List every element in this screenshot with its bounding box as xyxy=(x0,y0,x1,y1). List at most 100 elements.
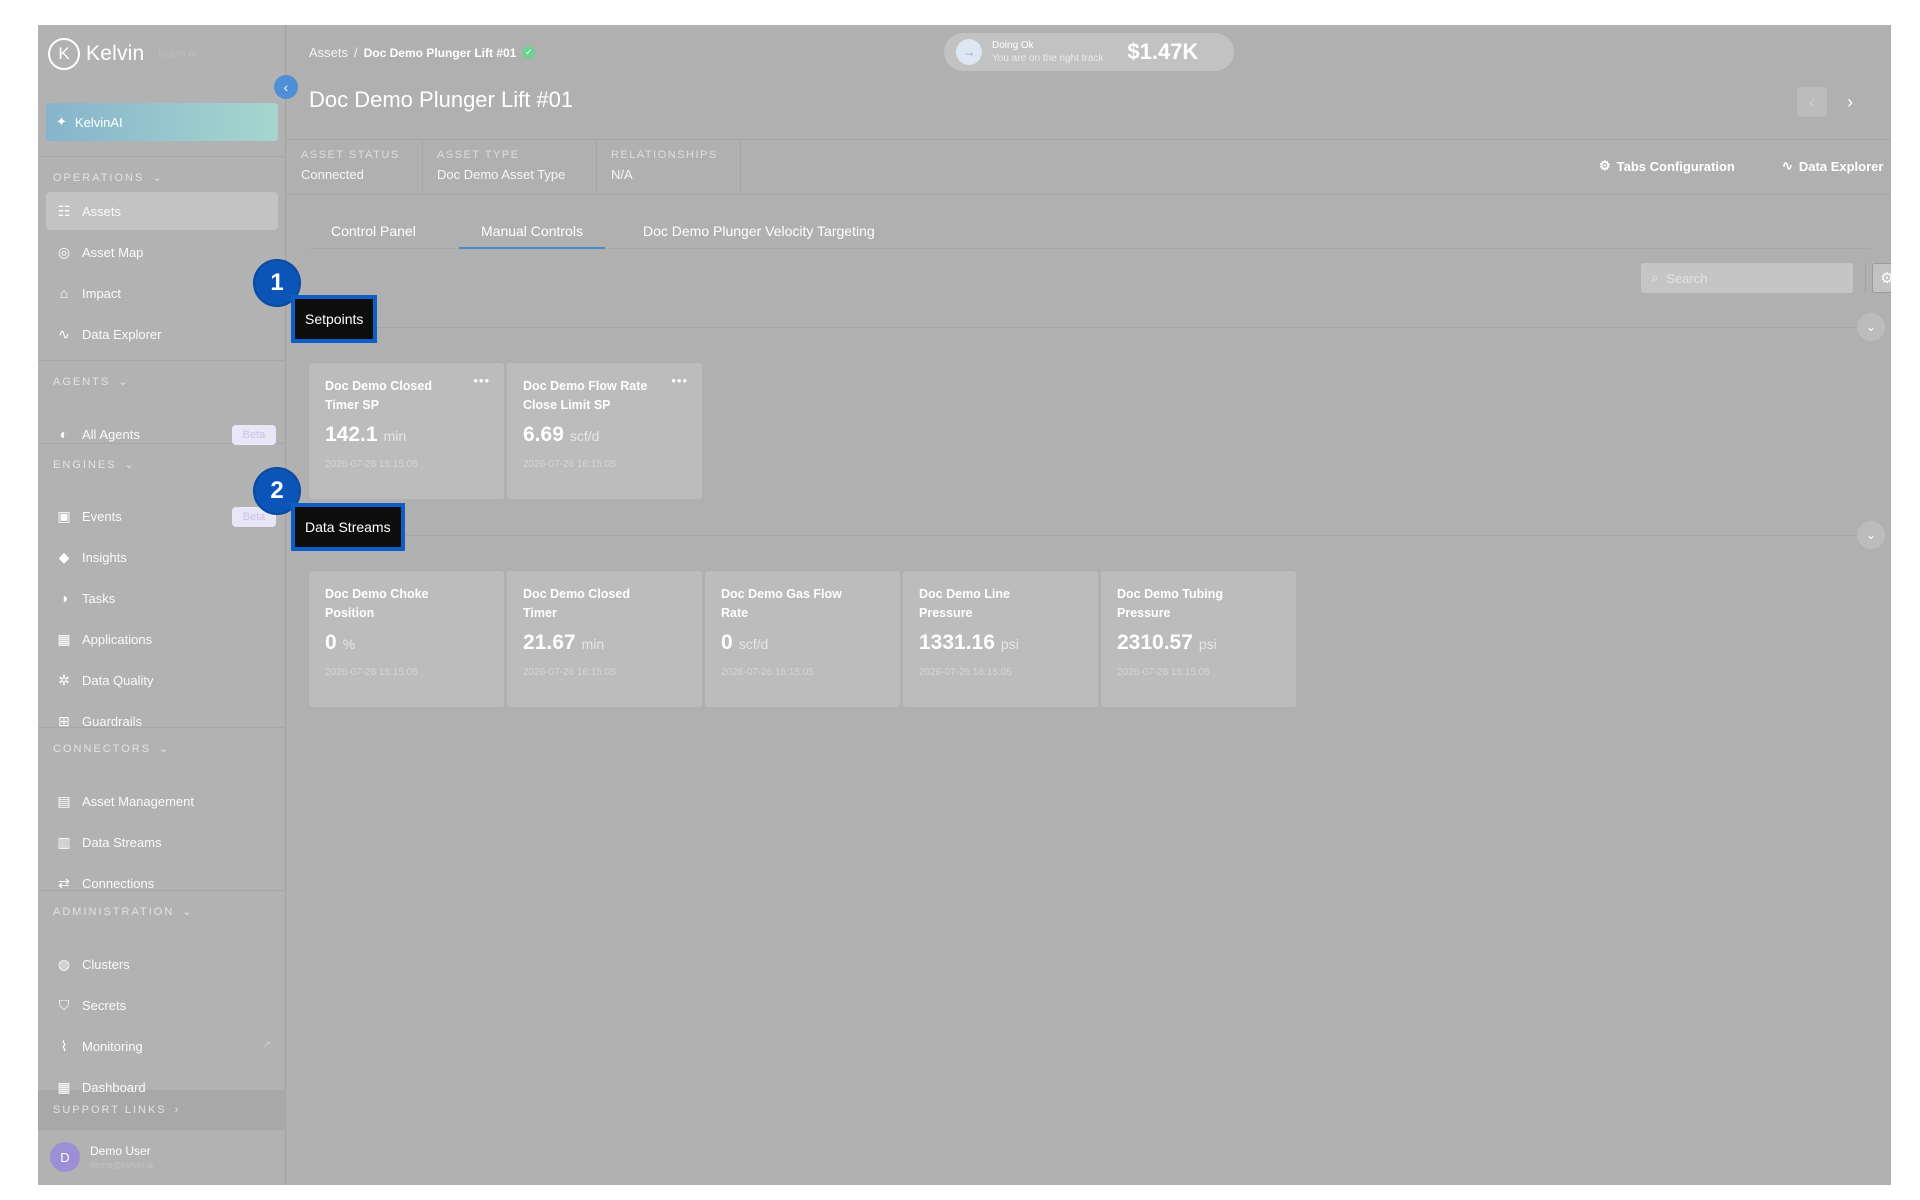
metric-unit: psi xyxy=(1198,636,1217,652)
sidebar-item-dashboard[interactable]: ▦ Dashboard xyxy=(46,1068,278,1106)
sidebar-item-monitoring[interactable]: ⌇ Monitoring ↗ xyxy=(46,1027,278,1065)
metric-timestamp: 2026-07-26 16:15:05 xyxy=(325,667,418,678)
chevron-down-icon: ⌄ xyxy=(159,743,171,755)
metric-name: Doc Demo Gas Flow Rate xyxy=(721,587,842,620)
sidebar-item-applications[interactable]: ▦ Applications xyxy=(46,620,278,658)
sparkle-icon: ✦ xyxy=(56,114,67,129)
section-title: Data Streams xyxy=(295,507,401,547)
sidebar-section-engines[interactable]: ENGINES ⌄ xyxy=(53,458,136,472)
sidebar-item-secrets[interactable]: ⛉ Secrets xyxy=(46,986,278,1024)
metric-card[interactable]: Doc Demo Flow Rate Close Limit SP ••• 6.69… xyxy=(507,363,702,499)
previous-asset-button[interactable]: ‹ xyxy=(1797,87,1827,117)
metric-card[interactable]: Doc Demo Choke Position 0% 2026-07-26 16:1… xyxy=(309,571,504,707)
metric-name: Doc Demo Line Pressure xyxy=(919,587,1010,620)
next-asset-button[interactable]: › xyxy=(1835,87,1865,117)
more-options-icon[interactable]: ••• xyxy=(671,373,688,388)
sidebar-item-assets[interactable]: ☷ Assets xyxy=(46,192,278,230)
agent-icon: ◐ xyxy=(59,426,69,442)
check-circle-icon: ✓ xyxy=(522,46,536,59)
metric-unit: scf/d xyxy=(738,636,769,652)
sidebar-item-label: Guardrails xyxy=(82,713,142,729)
section-header-setpoints[interactable]: Setpoints xyxy=(291,295,378,343)
metric-card[interactable]: Doc Demo Line Pressure 1331.16 psi 2026-07-… xyxy=(903,571,1098,707)
metric-value-row: 142.1 min xyxy=(325,423,488,447)
tab-plunger-velocity-targeting[interactable]: Doc Demo Plunger Velocity Targeting xyxy=(621,223,897,247)
metric-timestamp: 2026-07-26 16:15:05 xyxy=(721,667,814,678)
sidebar-item-insights[interactable]: ◆ Insights xyxy=(46,538,278,576)
section-divider xyxy=(309,535,1869,536)
metric-name: Doc Demo Tubing Pressure xyxy=(1117,587,1224,620)
sidebar-section-title: ADMINISTRATION xyxy=(53,905,175,918)
tab-manual-controls[interactable]: Manual Controls xyxy=(459,223,605,249)
monitoring-icon: ⌇ xyxy=(60,1037,68,1054)
chevron-down-icon: ⌄ xyxy=(118,376,130,388)
search-input[interactable]: ⌕ Search xyxy=(1641,263,1853,293)
sidebar-section-operations[interactable]: OPERATIONS ⌄ xyxy=(53,171,164,185)
metric-card[interactable]: Doc Demo Gas Flow Rate 0 scf/d 2026-07-26 1… xyxy=(705,571,900,707)
tab-bar: Control Panel Manual Controls Doc Demo P… xyxy=(309,215,1869,249)
sidebar-item-label: Monitoring xyxy=(82,1038,143,1054)
breadcrumb-separator: / xyxy=(354,45,358,60)
tabs-configuration-button[interactable]: ⚙ Tabs Configuration xyxy=(1599,158,1735,174)
impact-icon: ⌂ xyxy=(59,285,69,301)
sidebar-section-agents[interactable]: AGENTS ⌄ xyxy=(53,375,130,389)
brand-logo[interactable]: K Kelvin Kelvin AI xyxy=(48,37,197,71)
sidebar-item-impact[interactable]: ⌂ Impact xyxy=(46,274,278,312)
asset-mgmt-icon: ▤ xyxy=(57,792,71,809)
metric-card[interactable]: Doc Demo Tubing Pressure 2310.57 psi 2026-0… xyxy=(1101,571,1296,707)
section-divider xyxy=(309,327,1869,328)
sidebar-item-asset-management[interactable]: ▤ Asset Management xyxy=(46,782,278,820)
sidebar-section-administration[interactable]: ADMINISTRATION ⌄ xyxy=(53,905,194,919)
sidebar-item-data-quality[interactable]: ✲ Data Quality xyxy=(46,661,278,699)
asset-status-cell: ASSET STATUS Connected xyxy=(287,140,423,195)
more-options-icon[interactable]: ••• xyxy=(473,373,490,388)
kelvin-ai-button[interactable]: ✦ KelvinAI xyxy=(46,103,278,141)
gear-icon: ✲ xyxy=(58,671,70,688)
metric-card[interactable]: Doc Demo Closed Timer SP ••• 142.1 min 2026-… xyxy=(309,363,504,499)
sidebar-item-events[interactable]: ▣ Events Beta xyxy=(46,497,278,535)
collapse-setpoints-button[interactable]: ⌄ xyxy=(1857,313,1885,341)
breadcrumb-assets[interactable]: Assets xyxy=(309,45,348,60)
sidebar-item-label: All Agents xyxy=(82,426,140,442)
sidebar-item-data-streams[interactable]: ▥ Data Streams xyxy=(46,823,278,861)
user-profile[interactable]: D Demo User demo@kelvin.ai xyxy=(50,1142,154,1172)
sidebar-item-label: Events xyxy=(82,508,122,524)
sidebar-section-title: OPERATIONS xyxy=(53,171,145,184)
asset-navigation: ‹ › xyxy=(1797,87,1865,117)
sidebar-item-label: Asset Management xyxy=(82,793,195,809)
sidebar-item-connections[interactable]: ⇄ Connections xyxy=(46,864,278,902)
collapse-data-streams-button[interactable]: ⌄ xyxy=(1857,521,1885,549)
sidebar-item-clusters[interactable]: ◍ Clusters xyxy=(46,945,278,983)
metric-timestamp: 2026-07-26 16:15:05 xyxy=(523,459,616,470)
gear-icon: ⚙ xyxy=(1880,270,1891,287)
sidebar-item-label: Clusters xyxy=(82,956,130,972)
avatar: D xyxy=(50,1142,80,1172)
collapse-sidebar-button[interactable]: ‹ xyxy=(274,75,298,99)
metric-value-row: 1331.16 psi xyxy=(919,631,1082,655)
sidebar-item-label: Data Quality xyxy=(82,672,154,688)
sidebar-item-tasks[interactable]: ◑ Tasks xyxy=(46,579,278,617)
arrow-right-icon: → xyxy=(956,39,982,65)
view-settings-button[interactable]: ⚙ xyxy=(1872,263,1891,293)
section-header-data-streams[interactable]: Data Streams xyxy=(291,503,405,551)
sidebar-item-all-agents[interactable]: ◐ All Agents Beta xyxy=(46,415,278,453)
metric-card[interactable]: Doc Demo Closed Timer 21.67 min 2026-07-26 … xyxy=(507,571,702,707)
pulse-icon: ∿ xyxy=(1782,158,1793,173)
relationships-label: RELATIONSHIPS xyxy=(611,149,718,161)
sidebar-section-connectors[interactable]: CONNECTORS ⌄ xyxy=(53,742,171,756)
asset-status-label: ASSET STATUS xyxy=(301,149,400,161)
sidebar-item-data-explorer[interactable]: ∿ Data Explorer xyxy=(46,315,278,353)
status-pill[interactable]: → Doing Ok You are on the right track $1… xyxy=(944,33,1234,71)
main-content: Assets / Doc Demo Plunger Lift #01 ✓ → D… xyxy=(253,25,1891,1185)
sidebar: K Kelvin Kelvin AI ✦ KelvinAI SUPPORT LI… xyxy=(38,25,286,1185)
tab-control-panel[interactable]: Control Panel xyxy=(309,223,438,247)
data-explorer-button[interactable]: ∿ Data Explorer xyxy=(1782,158,1883,174)
toolbar-divider xyxy=(1865,263,1866,293)
sidebar-item-label: Impact xyxy=(82,285,122,301)
sidebar-item-asset-map[interactable]: ◎ Asset Map xyxy=(46,233,278,271)
sidebar-item-guardrails[interactable]: ⊞ Guardrails xyxy=(46,702,278,740)
chevron-left-icon: ‹ xyxy=(1809,91,1815,112)
clusters-icon: ◍ xyxy=(57,955,71,972)
tasks-icon: ◑ xyxy=(59,590,69,606)
metric-value: 2310.57 xyxy=(1117,631,1193,654)
